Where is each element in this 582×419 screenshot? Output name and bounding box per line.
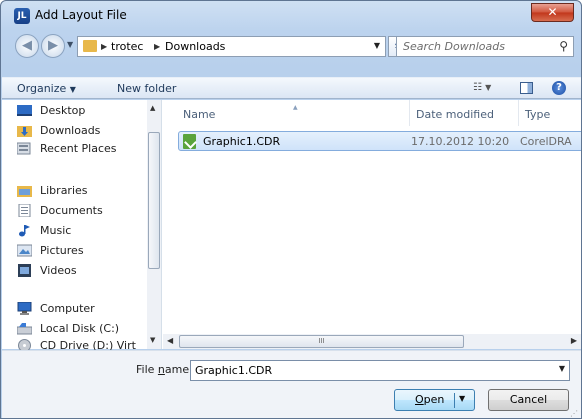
search-input[interactable]: Search Downloads ⚲ bbox=[396, 36, 574, 57]
file-name-input[interactable]: Graphic1.CDR ▼ bbox=[190, 360, 570, 381]
navigation-pane: Desktop Downloads Recent Places Librarie… bbox=[2, 100, 162, 352]
app-icon: JL bbox=[14, 8, 30, 24]
title-bar: JL Add Layout File ✕ bbox=[1, 1, 581, 31]
forward-button[interactable]: ▶ bbox=[41, 34, 65, 58]
scrollbar-thumb[interactable]: III bbox=[179, 335, 464, 348]
recent-places-icon bbox=[17, 142, 31, 155]
file-list: ▲ Name Date modified Type Graphic1.CDR 1… bbox=[163, 100, 581, 349]
file-name: Graphic1.CDR bbox=[203, 135, 281, 148]
scrollbar-thumb[interactable] bbox=[148, 132, 160, 269]
breadcrumb-separator-icon: ▶ bbox=[101, 42, 108, 51]
help-icon[interactable]: ? bbox=[552, 81, 566, 95]
coreldraw-file-icon bbox=[183, 134, 196, 149]
preview-pane-icon[interactable] bbox=[520, 82, 533, 94]
change-view-button[interactable]: ☷ ▼ bbox=[473, 82, 491, 93]
organize-button[interactable]: Organize ▼ bbox=[17, 82, 76, 95]
scroll-left-icon[interactable]: ◀ bbox=[167, 336, 173, 345]
search-icon: ⚲ bbox=[559, 39, 568, 53]
column-header-type[interactable]: Type bbox=[525, 108, 550, 121]
nav-item-libraries[interactable]: Libraries bbox=[40, 182, 88, 200]
downloads-folder-icon bbox=[17, 126, 32, 137]
breadcrumb-separator-icon: ▶ bbox=[154, 42, 161, 51]
nav-item-recent-places[interactable]: Recent Places bbox=[40, 140, 117, 158]
local-disk-icon bbox=[17, 323, 32, 335]
file-name-value: Graphic1.CDR bbox=[195, 364, 273, 377]
file-type: CorelDRA bbox=[520, 135, 572, 148]
column-header-name[interactable]: Name bbox=[183, 108, 215, 121]
nav-item-videos[interactable]: Videos bbox=[40, 262, 77, 280]
window-title: Add Layout File bbox=[35, 8, 127, 22]
file-list-horizontal-scrollbar[interactable]: ◀ III ▶ bbox=[163, 334, 581, 349]
cancel-button[interactable]: Cancel bbox=[488, 389, 569, 411]
nav-item-downloads[interactable]: Downloads bbox=[40, 122, 100, 140]
arrow-left-icon: ◀ bbox=[22, 38, 32, 53]
breadcrumb-trotec[interactable]: trotec bbox=[111, 40, 143, 53]
videos-icon bbox=[18, 264, 31, 277]
nav-item-desktop[interactable]: Desktop bbox=[40, 102, 85, 120]
sort-ascending-icon: ▲ bbox=[293, 104, 298, 111]
split-divider bbox=[454, 393, 455, 408]
nav-pane-scrollbar[interactable]: ▲ ▼ bbox=[147, 100, 161, 349]
column-divider[interactable] bbox=[518, 100, 519, 126]
open-label-part: pen bbox=[423, 393, 445, 406]
music-icon bbox=[19, 225, 30, 237]
file-name-label-part: ame: bbox=[164, 363, 193, 376]
content-area: Desktop Downloads Recent Places Librarie… bbox=[2, 100, 581, 352]
column-header-date-modified[interactable]: Date modified bbox=[416, 108, 494, 121]
libraries-icon bbox=[17, 186, 32, 197]
scroll-down-icon[interactable]: ▼ bbox=[150, 336, 155, 344]
scroll-up-icon[interactable]: ▲ bbox=[150, 104, 155, 112]
close-button[interactable]: ✕ bbox=[531, 3, 574, 22]
back-button[interactable]: ◀ bbox=[15, 34, 39, 58]
open-label-accelerator: O bbox=[415, 393, 424, 406]
search-placeholder: Search Downloads bbox=[403, 40, 505, 53]
column-divider[interactable] bbox=[409, 100, 410, 126]
desktop-icon bbox=[17, 105, 32, 116]
nav-item-pictures[interactable]: Pictures bbox=[40, 242, 84, 260]
recent-pages-dropdown[interactable]: ▼ bbox=[67, 40, 73, 49]
nav-item-local-disk-c[interactable]: Local Disk (C:) bbox=[40, 320, 119, 338]
file-name-label-part: File bbox=[136, 363, 158, 376]
documents-icon bbox=[18, 204, 31, 217]
address-bar[interactable]: ▶ trotec ▶ Downloads ▼ bbox=[77, 36, 386, 57]
address-row: ◀ ▶ ▼ ▶ trotec ▶ Downloads ▼ ⇆ Search Do… bbox=[1, 33, 581, 59]
chevron-down-icon: ▼ bbox=[69, 85, 76, 94]
chevron-down-icon[interactable]: ▼ bbox=[459, 394, 465, 403]
resize-grip-icon[interactable]: ⋰ bbox=[570, 409, 578, 418]
open-button[interactable]: Open ▼ bbox=[394, 389, 475, 411]
chevron-down-icon[interactable]: ▼ bbox=[559, 364, 565, 373]
file-name-label-accelerator: n bbox=[157, 363, 165, 376]
view-options-icon: ☷ bbox=[473, 82, 482, 93]
nav-item-computer[interactable]: Computer bbox=[40, 300, 95, 318]
new-folder-button[interactable]: New folder bbox=[117, 82, 176, 95]
breadcrumb-downloads[interactable]: Downloads bbox=[165, 40, 225, 53]
file-name-label: File name: bbox=[136, 363, 193, 376]
scroll-right-icon[interactable]: ▶ bbox=[571, 336, 577, 345]
add-layout-file-dialog: JL Add Layout File ✕ ◀ ▶ ▼ ▶ trotec ▶ Do… bbox=[0, 0, 582, 419]
folder-icon bbox=[83, 40, 97, 52]
chevron-down-icon: ▼ bbox=[485, 83, 492, 92]
file-row-graphic1-cdr[interactable]: Graphic1.CDR 17.10.2012 10:20 CorelDRA bbox=[178, 131, 581, 151]
open-button-label: Open bbox=[415, 393, 444, 406]
address-dropdown-icon[interactable]: ▼ bbox=[374, 41, 380, 50]
arrow-right-icon: ▶ bbox=[48, 38, 58, 53]
organize-label: Organize bbox=[17, 82, 67, 95]
dialog-footer: File name: Graphic1.CDR ▼ Open ▼ Cancel … bbox=[2, 350, 581, 418]
nav-item-documents[interactable]: Documents bbox=[40, 202, 103, 220]
pictures-icon bbox=[17, 244, 32, 257]
command-bar: Organize ▼ New folder ☷ ▼ ? bbox=[2, 77, 581, 99]
nav-item-music[interactable]: Music bbox=[40, 222, 71, 240]
file-date-modified: 17.10.2012 10:20 bbox=[411, 135, 510, 148]
computer-icon bbox=[17, 302, 32, 315]
